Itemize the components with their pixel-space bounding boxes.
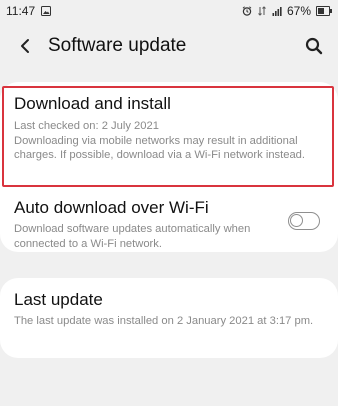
auto-download-row[interactable]: Auto download over Wi-Fi Download softwa… bbox=[0, 198, 338, 258]
toggle-knob bbox=[290, 214, 303, 227]
last-update-title: Last update bbox=[14, 290, 103, 309]
status-bar: 11:47 67% bbox=[0, 0, 338, 22]
download-and-install-title: Download and install bbox=[14, 94, 171, 113]
last-update-description: The last update was installed on 2 Janua… bbox=[14, 315, 314, 327]
gallery-notification-icon bbox=[41, 6, 52, 16]
auto-download-description: Download software updates automatically … bbox=[14, 223, 251, 250]
battery-icon bbox=[316, 6, 332, 16]
back-button[interactable] bbox=[14, 35, 36, 57]
auto-download-toggle[interactable] bbox=[288, 212, 320, 230]
last-update-row[interactable]: Last update The last update was installe… bbox=[0, 290, 338, 329]
last-checked-text: Last checked on: 2 July 2021 bbox=[14, 120, 159, 132]
auto-download-title: Auto download over Wi-Fi bbox=[14, 198, 209, 217]
mobile-data-warning: Downloading via mobile networks may resu… bbox=[14, 134, 306, 162]
search-button[interactable] bbox=[302, 34, 326, 58]
signal-icon bbox=[272, 7, 282, 16]
search-icon bbox=[305, 37, 323, 55]
battery-percent: 67% bbox=[286, 4, 311, 18]
update-settings-card: Download and install Last checked on: 2 … bbox=[0, 82, 338, 252]
status-time: 11:47 bbox=[6, 4, 36, 18]
app-bar: Software update bbox=[0, 22, 338, 70]
data-transfer-icon bbox=[258, 6, 266, 16]
download-and-install-row[interactable]: Download and install Last checked on: 2 … bbox=[0, 88, 338, 170]
chevron-left-icon bbox=[21, 39, 29, 53]
page-title: Software update bbox=[48, 35, 187, 56]
alarm-icon bbox=[242, 6, 252, 16]
last-update-card: Last update The last update was installe… bbox=[0, 278, 338, 358]
